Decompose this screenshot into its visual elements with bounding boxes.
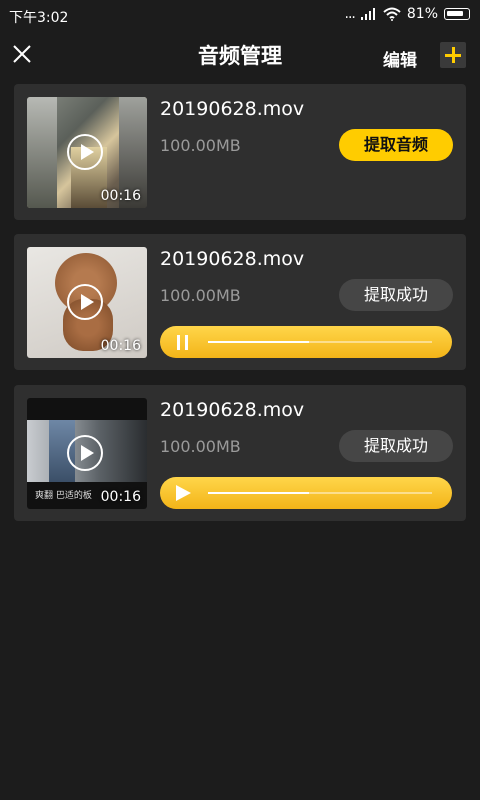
video-thumbnail[interactable]: 00:16 — [27, 97, 147, 208]
edit-button[interactable]: 编辑 — [383, 46, 417, 71]
audio-player — [160, 326, 452, 358]
battery-icon — [444, 8, 470, 20]
play-icon[interactable] — [67, 435, 103, 471]
file-size: 100.00MB — [160, 286, 241, 305]
progress-track[interactable] — [208, 341, 432, 343]
video-duration: 00:16 — [100, 338, 141, 354]
file-name: 20190628.mov — [160, 98, 305, 120]
add-icon[interactable] — [440, 42, 466, 68]
video-duration: 00:16 — [100, 489, 141, 505]
progress-track[interactable] — [208, 492, 432, 494]
video-thumbnail[interactable]: 爽翻 巴适的板 00:16 — [27, 398, 147, 509]
status-time: 下午3:02 — [9, 10, 69, 26]
list-item: 00:16 20190628.mov 100.00MB 提取成功 — [14, 234, 466, 370]
list-item: 爽翻 巴适的板 00:16 20190628.mov 100.00MB 提取成功 — [14, 385, 466, 521]
file-size: 100.00MB — [160, 437, 241, 456]
file-name: 20190628.mov — [160, 248, 305, 270]
status-bar: 下午3:02 ... 81% — [0, 0, 480, 32]
signal-icon — [360, 8, 375, 20]
pause-icon[interactable] — [176, 335, 190, 350]
battery-percent: 81% — [406, 6, 438, 22]
list-item: 00:16 20190628.mov 100.00MB 提取音频 — [14, 84, 466, 220]
video-duration: 00:16 — [100, 188, 141, 204]
file-size: 100.00MB — [160, 136, 241, 155]
extract-success-button[interactable]: 提取成功 — [339, 430, 453, 462]
thumb-caption: 爽翻 巴适的板 — [35, 491, 92, 501]
play-icon[interactable] — [67, 284, 103, 320]
more-dots-icon: ... — [344, 6, 356, 22]
nav-bar: 音频管理 编辑 — [0, 32, 480, 80]
wifi-icon — [383, 7, 401, 21]
progress-fill — [208, 492, 309, 494]
audio-player — [160, 477, 452, 509]
extract-audio-button[interactable]: 提取音频 — [339, 129, 453, 161]
play-icon[interactable] — [67, 134, 103, 170]
progress-fill — [208, 341, 309, 343]
play-icon[interactable] — [176, 485, 191, 501]
video-thumbnail[interactable]: 00:16 — [27, 247, 147, 358]
file-name: 20190628.mov — [160, 399, 305, 421]
extract-success-button[interactable]: 提取成功 — [339, 279, 453, 311]
